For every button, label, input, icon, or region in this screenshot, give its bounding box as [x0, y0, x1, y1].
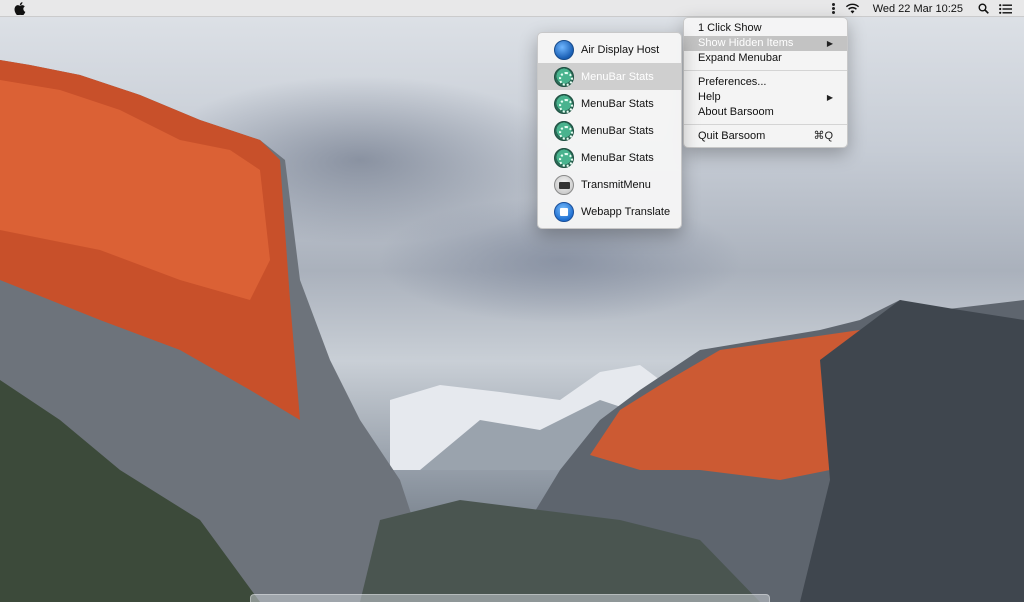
hidden-item-label: MenuBar Stats [581, 151, 654, 164]
dock[interactable] [250, 594, 770, 602]
barsoom-menubar-item[interactable] [827, 0, 840, 17]
menu-item-label: Quit Barsoom [698, 130, 766, 142]
hidden-item-menubar-stats-3[interactable]: MenuBar Stats [538, 117, 681, 144]
menu-item-about-barsoom[interactable]: About Barsoom [684, 105, 847, 120]
menubar-status-area: Wed 22 Mar 10:25 [827, 0, 1024, 17]
submenu-arrow-icon: ▶ [826, 39, 833, 48]
menu-item-label: Show Hidden Items [698, 37, 794, 49]
hidden-item-label: TransmitMenu [581, 178, 651, 191]
wifi-menubar-item[interactable] [840, 0, 865, 17]
hidden-item-label: MenuBar Stats [581, 124, 654, 137]
barsoom-menu: 1 Click Show Show Hidden Items ▶ Expand … [683, 17, 848, 148]
webapp-translate-icon [554, 201, 574, 222]
hidden-item-label: Webapp Translate [581, 205, 671, 218]
hidden-item-transmitmenu[interactable]: TransmitMenu [538, 171, 681, 198]
hidden-item-label: MenuBar Stats [581, 97, 654, 110]
menu-item-label: 1 Click Show [698, 22, 762, 34]
menubar-stats-icon [554, 93, 574, 114]
apple-icon[interactable] [14, 2, 26, 15]
hidden-items-submenu: Air Display Host MenuBar Stats MenuBar S… [537, 32, 682, 229]
hidden-item-label: Air Display Host [581, 43, 660, 56]
menu-item-label: Preferences... [698, 76, 767, 88]
menu-item-help[interactable]: Help ▶ [684, 90, 847, 105]
menubar-stats-icon [554, 120, 574, 141]
desktop-wallpaper [0, 0, 1024, 602]
menu-separator [684, 70, 847, 71]
transmit-icon [554, 174, 574, 195]
menubar-stats-icon [554, 66, 574, 87]
menu-bar: Wed 22 Mar 10:25 [0, 0, 1024, 17]
menu-separator [684, 124, 847, 125]
list-icon[interactable] [999, 3, 1012, 14]
hidden-item-label: MenuBar Stats [581, 70, 654, 83]
keyboard-shortcut: ⌘Q [813, 130, 833, 142]
menu-item-preferences[interactable]: Preferences... [684, 75, 847, 90]
menu-item-quit-barsoom[interactable]: Quit Barsoom ⌘Q [684, 129, 847, 144]
menu-item-show-hidden-items[interactable]: Show Hidden Items ▶ [684, 36, 847, 51]
air-display-icon [554, 39, 574, 60]
hidden-item-menubar-stats-4[interactable]: MenuBar Stats [538, 144, 681, 171]
menubar-stats-icon [554, 147, 574, 168]
menu-item-label: About Barsoom [698, 106, 774, 118]
search-icon[interactable] [978, 3, 989, 14]
hidden-item-air-display-host[interactable]: Air Display Host [538, 36, 681, 63]
submenu-arrow-icon: ▶ [826, 93, 833, 102]
menu-item-expand-menubar[interactable]: Expand Menubar [684, 51, 847, 66]
hidden-item-webapp-translate[interactable]: Webapp Translate [538, 198, 681, 225]
clock[interactable]: Wed 22 Mar 10:25 [865, 0, 973, 17]
spotlight-menubar-item[interactable] [973, 0, 994, 17]
kebab-icon[interactable] [831, 3, 835, 14]
wifi-icon[interactable] [845, 3, 860, 14]
menu-item-label: Expand Menubar [698, 52, 782, 64]
hidden-item-menubar-stats-1[interactable]: MenuBar Stats [538, 63, 681, 90]
menu-item-label: Help [698, 91, 721, 103]
notification-center-menubar-item[interactable] [994, 0, 1024, 17]
hidden-item-menubar-stats-2[interactable]: MenuBar Stats [538, 90, 681, 117]
menu-item-1-click-show[interactable]: 1 Click Show [684, 21, 847, 36]
